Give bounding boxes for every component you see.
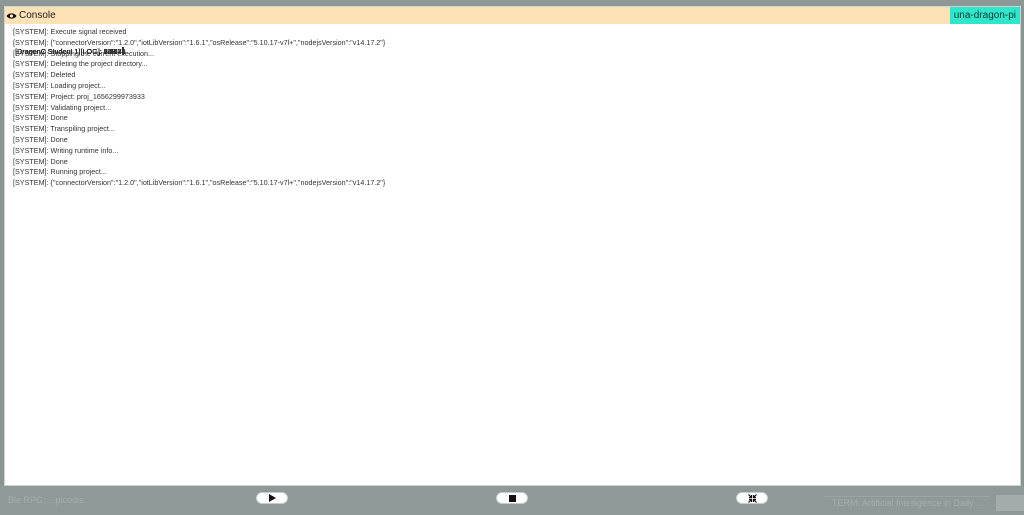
console-log[interactable]: [SYSTEM]: Execute signal received [SYSTEM… xyxy=(10,27,1016,481)
play-button[interactable] xyxy=(256,492,288,504)
system-log-line: [SYSTEM]: Execute signal received xyxy=(13,27,127,36)
background-select-text: TERM: Artificial Intelligence in Daily .… xyxy=(832,498,984,508)
eye-icon[interactable] xyxy=(6,10,17,21)
console-header: Console una-dragon-pi xyxy=(5,7,1020,24)
system-log-line: [SYSTEM]: Writing runtime info... xyxy=(13,145,119,155)
stop-button[interactable] xyxy=(496,492,528,504)
system-log-line: [SYSTEM]: Done xyxy=(13,156,68,166)
system-log-line: [SYSTEM]: Loading project... xyxy=(13,80,106,90)
system-log-line: [SYSTEM]: Running project... xyxy=(13,167,107,177)
console-title: Console xyxy=(19,10,56,21)
stop-icon xyxy=(508,494,516,502)
background-button xyxy=(996,495,1024,511)
console-panel: Console una-dragon-pi [SYSTEM]: Execute … xyxy=(4,6,1021,486)
collapse-icon xyxy=(747,493,757,503)
system-log-line: [SYSTEM]: Validating project... xyxy=(13,102,112,112)
system-log-line: [SYSTEM]: Done xyxy=(13,134,68,144)
text-cursor xyxy=(121,47,124,55)
student-log-line: [DragonC Student 1][LOG]: 17.04 xyxy=(15,47,124,56)
play-icon xyxy=(269,494,276,502)
background-ghost-text: Ble RPG: ...picodie xyxy=(8,495,85,505)
background-course-select: TERM: Artificial Intelligence in Daily .… xyxy=(824,496,990,510)
system-log-line: [SYSTEM]: Deleted xyxy=(13,70,76,80)
collapse-button[interactable] xyxy=(736,492,768,504)
bottom-control-bar: Ble RPG: ...picodie TERM: Artificial Int… xyxy=(0,486,1024,515)
system-log-line: [SYSTEM]: {"connectorVersion":"1.2.0","i… xyxy=(13,178,386,188)
device-badge[interactable]: una-dragon-pi xyxy=(949,7,1020,24)
system-log-line: [SYSTEM]: Transpiling project... xyxy=(13,124,115,134)
system-log-line: [SYSTEM]: Deleting the project directory… xyxy=(13,59,148,69)
system-log-line: [SYSTEM]: Project: proj_1656299973933 xyxy=(13,91,145,101)
system-log-line: [SYSTEM]: Done xyxy=(13,113,68,123)
